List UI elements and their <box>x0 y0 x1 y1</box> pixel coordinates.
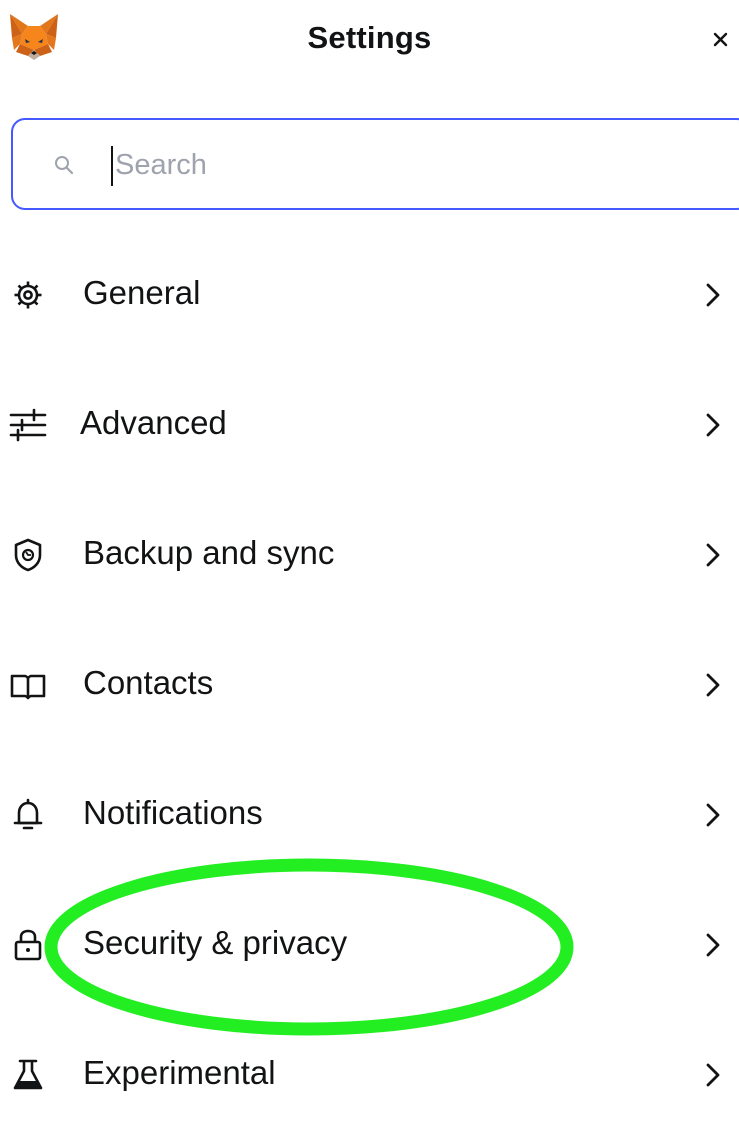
menu-item-label: General <box>83 274 201 311</box>
bell-icon <box>13 798 43 830</box>
menu-item-advanced[interactable]: Advanced <box>0 370 739 480</box>
book-icon <box>10 674 46 700</box>
menu-item-label: Advanced <box>80 404 227 441</box>
menu-item-security-and-privacy[interactable]: Security & privacy <box>0 890 739 1000</box>
sliders-icon <box>9 408 47 442</box>
chevron-right-icon <box>706 283 720 307</box>
settings-header: Settings <box>0 0 739 84</box>
menu-item-contacts[interactable]: Contacts <box>0 630 739 740</box>
chevron-right-icon <box>706 803 720 827</box>
chevron-right-icon <box>706 673 720 697</box>
search-box[interactable] <box>11 118 739 210</box>
search-icon <box>55 156 74 175</box>
menu-item-notifications[interactable]: Notifications <box>0 760 739 870</box>
menu-item-label: Backup and sync <box>83 534 335 571</box>
shield-icon <box>14 538 42 572</box>
chevron-right-icon <box>706 1063 720 1087</box>
close-icon[interactable] <box>706 24 736 54</box>
search-input[interactable] <box>115 142 615 188</box>
menu-item-label: Contacts <box>83 664 214 701</box>
menu-item-general[interactable]: General <box>0 240 739 350</box>
menu-item-experimental[interactable]: Experimental <box>0 1020 739 1130</box>
text-cursor <box>111 146 113 186</box>
menu-item-label: Notifications <box>83 794 263 831</box>
chevron-right-icon <box>706 413 720 437</box>
menu-item-backup-and-sync[interactable]: Backup and sync <box>0 500 739 610</box>
flask-icon <box>13 1059 43 1090</box>
chevron-right-icon <box>706 543 720 567</box>
menu-item-label: Security & privacy <box>83 924 348 961</box>
gear-icon <box>14 281 42 309</box>
chevron-right-icon <box>706 933 720 957</box>
lock-icon <box>14 929 42 961</box>
menu-item-label: Experimental <box>83 1054 276 1091</box>
page-title: Settings <box>307 20 432 55</box>
